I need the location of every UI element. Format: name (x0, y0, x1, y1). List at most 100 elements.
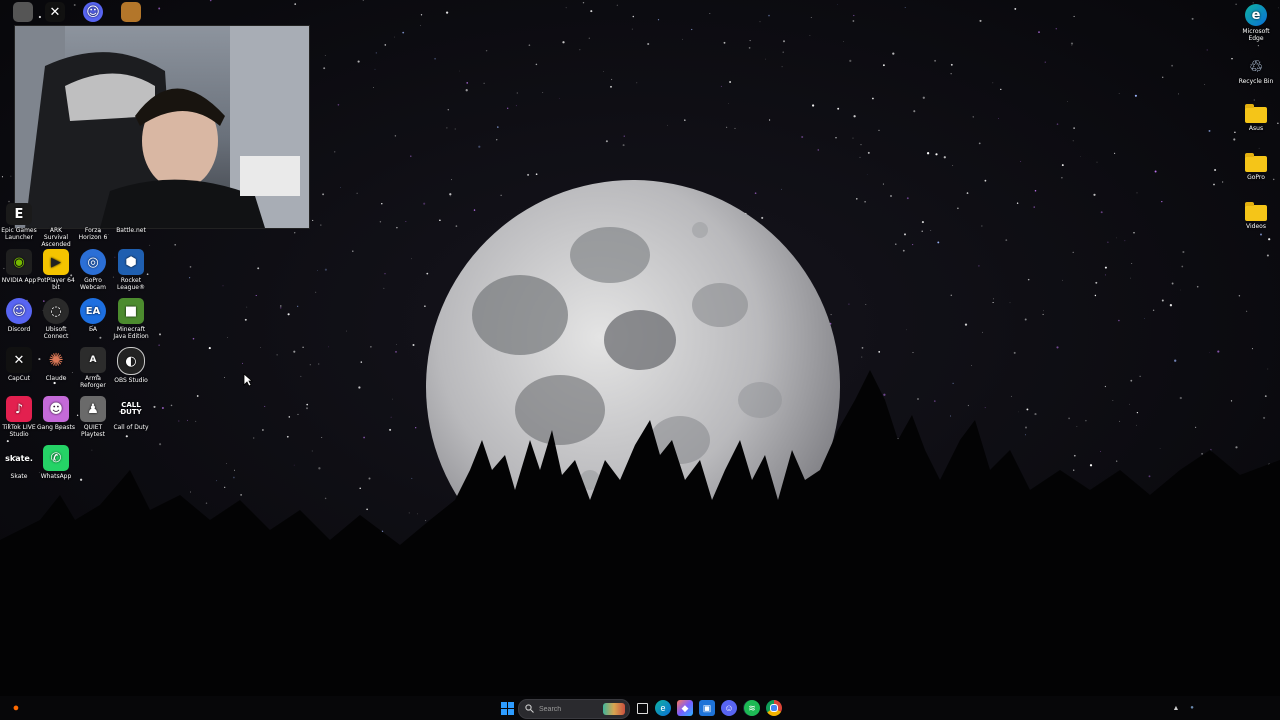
tiktok-logo-icon: ♪ (6, 396, 32, 422)
forza-icon[interactable]: Forza Horizon 6 (74, 203, 112, 241)
ubisoft-label: Ubisoft Connect (43, 326, 69, 340)
gopro-webcam-logo-icon: ◎ (80, 249, 106, 275)
ea-icon[interactable]: EA EA (74, 298, 112, 333)
nvidia-label: NVIDIA App (1, 277, 37, 284)
top-game-icon[interactable] (112, 2, 150, 24)
rocket-league-logo-icon: ⬢ (118, 249, 144, 275)
minecraft-icon[interactable]: ■ Minecraft Java Edition (112, 298, 150, 340)
recycle-bin-label: Recycle Bin (1238, 78, 1274, 85)
tiktok-label: TikTok LIVE Studio (2, 424, 36, 438)
ubisoft-icon[interactable]: ◌ Ubisoft Connect (37, 298, 75, 340)
quiet-playtest-icon[interactable]: ♟ QUIET Playtest (74, 396, 112, 438)
tiktok-live-icon[interactable]: ♪ TikTok LIVE Studio (0, 396, 38, 438)
ark-icon[interactable]: ARK Survival Ascended (37, 203, 75, 248)
epic-games-icon[interactable]: E Epic Games Launcher (0, 203, 38, 241)
epic-games-logo-icon: E (6, 203, 32, 225)
taskbar: ● e ◆ ▣ ☺ ⚙ ≋ ▲ ● (0, 696, 1280, 720)
folder-icon (1245, 202, 1267, 221)
folder-icon (1245, 153, 1267, 172)
asus-folder-icon[interactable]: Asus (1237, 103, 1275, 132)
search-input[interactable] (537, 702, 601, 717)
minecraft-label: Minecraft Java Edition (113, 326, 149, 340)
top-capcut-icon[interactable]: ✕ (36, 2, 74, 24)
claude-logo-icon: ✺ (48, 349, 64, 371)
obs-icon[interactable]: ◐ OBS Studio (112, 347, 150, 384)
arma-label: Arma Reforger (80, 375, 106, 389)
battlenet-icon[interactable]: Battle.net (112, 203, 150, 234)
tray-app-icon[interactable]: ● (1184, 700, 1200, 716)
obs-label: OBS Studio (114, 377, 148, 384)
task-view-icon[interactable] (634, 700, 650, 716)
windows-logo-icon (500, 701, 514, 715)
skate-label: Skate (10, 473, 28, 480)
arma-icon[interactable]: A Arma Reforger (74, 347, 112, 389)
discord-logo-icon: ☺ (6, 298, 32, 324)
folder-icon (1245, 104, 1267, 123)
obs-logo-icon: ◐ (117, 347, 145, 375)
mouse-cursor-icon (243, 373, 253, 387)
edge-taskbar-icon[interactable]: e (655, 700, 671, 716)
forza-logo-icon (80, 203, 106, 225)
store-taskbar-icon[interactable]: ▣ (699, 700, 715, 716)
capcut-icon[interactable]: ✕ CapCut (0, 347, 38, 382)
quiet-logo-icon: ♟ (80, 396, 106, 422)
app-logo-icon (13, 2, 33, 22)
discord-icon[interactable]: ☺ Discord (0, 298, 38, 333)
claude-icon[interactable]: ✺ Claude (37, 347, 75, 382)
webcam-overlay (14, 25, 310, 229)
edge-icon[interactable]: e Microsoft Edge (1237, 4, 1275, 42)
whatsapp-logo-icon: ✆ (43, 445, 69, 471)
gang-beasts-icon[interactable]: ☻ Gang Beasts (37, 396, 75, 431)
chrome-taskbar-icon[interactable] (766, 700, 782, 716)
capcut-logo-icon: ✕ (6, 347, 32, 373)
discord-label: Discord (7, 326, 31, 333)
gopro-webcam-icon[interactable]: ◎ GoPro Webcam (74, 249, 112, 291)
discord-logo-icon: ☺ (83, 2, 103, 22)
copilot-taskbar-icon[interactable]: ◆ (677, 700, 693, 716)
start-button[interactable] (499, 700, 515, 716)
top-discord-icon[interactable]: ☺ (74, 2, 112, 24)
potplayer-icon[interactable]: ▶ PotPlayer 64 bit (37, 249, 75, 291)
quiet-label: QUIET Playtest (80, 424, 106, 438)
gopro-webcam-label: GoPro Webcam (80, 277, 106, 291)
search-highlight-icon (603, 703, 625, 715)
capcut-label: CapCut (7, 375, 31, 382)
asus-label: Asus (1248, 125, 1264, 132)
edge-logo-icon: e (1245, 4, 1267, 26)
recycle-bin-icon[interactable]: ♲ Recycle Bin (1237, 56, 1275, 85)
epic-games-label: Epic Games Launcher (1, 227, 37, 241)
skate-logo-icon: skate. (5, 453, 33, 463)
ubisoft-logo-icon: ◌ (43, 298, 69, 324)
discord-taskbar-icon[interactable]: ☺ (721, 700, 737, 716)
capcut-logo-icon: ✕ (45, 2, 65, 22)
battlenet-logo-icon (118, 203, 144, 225)
recycle-bin-logo-icon: ♲ (1248, 56, 1264, 76)
battlenet-label: Battle.net (116, 227, 146, 234)
search-icon (525, 704, 534, 713)
whatsapp-icon[interactable]: ✆ WhatsApp (37, 445, 75, 480)
minecraft-logo-icon: ■ (118, 298, 144, 324)
ea-logo-icon: EA (80, 298, 106, 324)
spotify-app-icon[interactable]: ≋ (744, 700, 760, 716)
ark-label: ARK Survival Ascended (41, 227, 71, 248)
cod-label: Call of Duty (113, 424, 149, 431)
potplayer-logo-icon: ▶ (43, 249, 69, 275)
taskbar-search-box[interactable] (518, 699, 630, 719)
gang-beasts-logo-icon: ☻ (43, 396, 69, 422)
forza-label: Forza Horizon 6 (78, 227, 108, 241)
call-of-duty-icon[interactable]: CALL DUTY Call of Duty (112, 396, 150, 432)
videos-folder-icon[interactable]: Videos (1237, 201, 1275, 230)
skate-icon[interactable]: skate. Skate (0, 445, 38, 480)
ea-label: EA (89, 326, 97, 333)
rocket-league-icon[interactable]: ⬢ Rocket League® (112, 249, 150, 291)
nvidia-app-icon[interactable]: ◉ NVIDIA App (0, 249, 38, 284)
ark-logo-icon (43, 203, 69, 225)
videos-label: Videos (1246, 223, 1266, 230)
edge-label: Microsoft Edge (1242, 28, 1270, 42)
widgets-icon[interactable]: ● (8, 700, 24, 716)
tray-chevron-icon[interactable]: ▲ (1168, 700, 1184, 716)
potplayer-label: PotPlayer 64 bit (37, 277, 75, 291)
arma-logo-icon: A (80, 347, 106, 373)
gopro-folder-icon[interactable]: GoPro (1237, 152, 1275, 181)
whatsapp-label: WhatsApp (40, 473, 72, 480)
